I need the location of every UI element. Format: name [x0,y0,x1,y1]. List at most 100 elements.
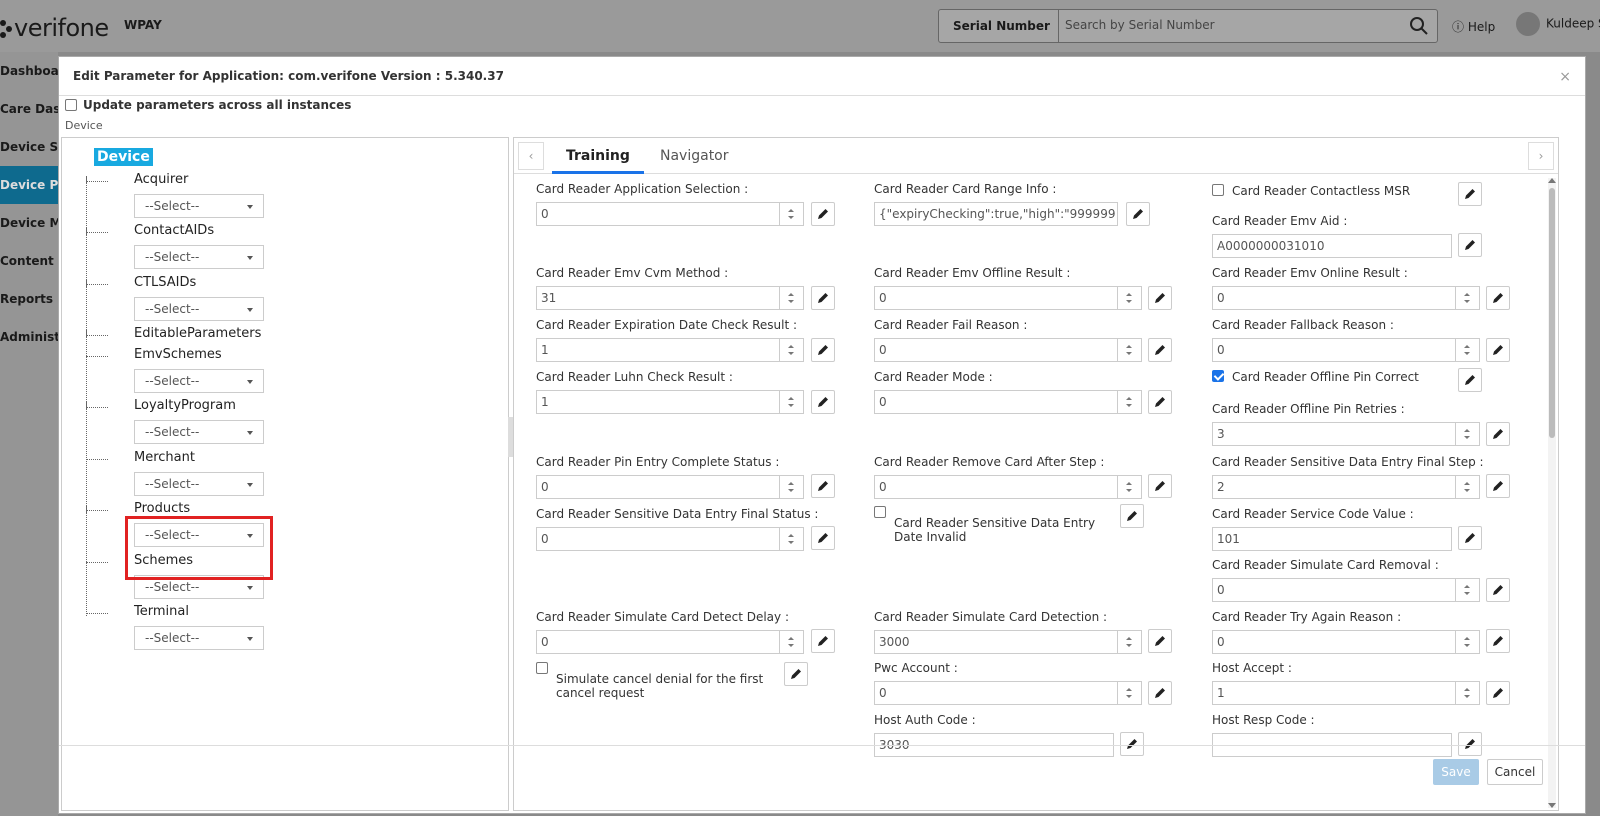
luhn-input[interactable]: 1 [536,390,780,414]
remove-card-input[interactable]: 0 [874,475,1118,499]
fail-reason-stepper[interactable] [1118,338,1142,362]
emvschemes-select[interactable]: --Select-- [134,369,264,393]
tree-node-label[interactable]: Merchant [134,450,195,465]
sim-detection-input[interactable]: 3000 [874,630,1118,654]
sim-cancel-denial-edit-button[interactable] [784,662,808,686]
scroll-up-icon[interactable] [1548,178,1556,183]
fallback-edit-button[interactable] [1486,338,1510,362]
sde-final-step-stepper[interactable] [1456,475,1480,499]
merchant-select[interactable]: --Select-- [134,472,264,496]
nav-device-profile[interactable]: Device Pro [0,166,58,204]
fallback-input[interactable]: 0 [1212,338,1456,362]
try-again-edit-button[interactable] [1486,629,1510,653]
emv-offline-input[interactable]: 0 [874,286,1118,310]
contactaids-select[interactable]: --Select-- [134,245,264,269]
offline-pin-retries-edit-button[interactable] [1486,422,1510,446]
sim-detection-edit-button[interactable] [1148,629,1172,653]
help-link[interactable]: ⓘ Help [1452,18,1495,35]
tab-prev-button[interactable]: ‹ [518,142,544,170]
fail-reason-input[interactable]: 0 [874,338,1118,362]
emv-online-edit-button[interactable] [1486,286,1510,310]
tree-root-device[interactable]: Device [94,148,153,166]
emv-aid-input[interactable]: A0000000031010 [1212,234,1452,258]
tree-node-label[interactable]: LoyaltyProgram [134,398,236,413]
remove-card-stepper[interactable] [1118,475,1142,499]
pwc-account-edit-button[interactable] [1148,681,1172,705]
emv-offline-edit-button[interactable] [1148,286,1172,310]
emv-online-input[interactable]: 0 [1212,286,1456,310]
offline-pin-correct-checkbox[interactable] [1212,370,1224,382]
tab-next-button[interactable]: › [1528,142,1554,170]
sim-removal-input[interactable]: 0 [1212,578,1456,602]
sde-final-step-input[interactable]: 2 [1212,475,1456,499]
pin-entry-input[interactable]: 0 [536,475,780,499]
sde-date-invalid-edit-button[interactable] [1120,504,1144,528]
sim-removal-stepper[interactable] [1456,578,1480,602]
sde-final-status-edit-button[interactable] [811,526,835,550]
sde-final-status-input[interactable]: 0 [536,527,780,551]
exp-check-stepper[interactable] [780,338,804,362]
emv-cvm-stepper[interactable] [780,286,804,310]
nav-device-search[interactable]: Device Sea [0,128,58,166]
loyaltyprogram-select[interactable]: --Select-- [134,420,264,444]
ctls-msr-edit-button[interactable] [1458,182,1482,206]
mode-input[interactable]: 0 [874,390,1118,414]
nav-content-management[interactable]: Content M [0,242,58,280]
card-range-input[interactable]: {"expiryChecking":true,"high":"999999 [874,202,1118,226]
update-all-instances[interactable]: Update parameters across all instances [65,98,351,112]
sde-final-step-edit-button[interactable] [1486,474,1510,498]
sim-detect-delay-stepper[interactable] [780,630,804,654]
mode-stepper[interactable] [1118,390,1142,414]
pin-entry-edit-button[interactable] [811,474,835,498]
tree-node-label[interactable]: ContactAIDs [134,223,214,238]
app-selection-input[interactable]: 0 [536,202,780,226]
tree-node-label[interactable]: EmvSchemes [134,347,222,362]
sim-detection-stepper[interactable] [1118,630,1142,654]
fallback-stepper[interactable] [1456,338,1480,362]
pin-entry-stepper[interactable] [780,475,804,499]
pwc-account-input[interactable]: 0 [874,681,1118,705]
mode-edit-button[interactable] [1148,390,1172,414]
emv-aid-edit-button[interactable] [1458,233,1482,257]
update-all-checkbox[interactable] [65,99,77,111]
sim-cancel-denial-checkbox[interactable] [536,662,548,674]
try-again-input[interactable]: 0 [1212,630,1456,654]
vertical-scrollbar[interactable] [1548,178,1556,808]
offline-pin-retries-stepper[interactable] [1456,422,1480,446]
tree-node-label[interactable]: Acquirer [134,172,188,187]
ctlsaids-select[interactable]: --Select-- [134,297,264,321]
sim-detect-delay-edit-button[interactable] [811,629,835,653]
offline-pin-retries-input[interactable]: 3 [1212,422,1456,446]
exp-check-edit-button[interactable] [811,338,835,362]
emv-cvm-edit-button[interactable] [811,286,835,310]
host-resp-edit-button[interactable] [1458,732,1482,756]
tree-node-label[interactable]: Products [134,501,190,516]
host-accept-input[interactable]: 1 [1212,681,1456,705]
tree-node-label[interactable]: EditableParameters [134,326,261,341]
search-icon[interactable] [1409,16,1429,36]
ctls-msr-checkbox[interactable] [1212,184,1224,196]
sde-final-status-stepper[interactable] [780,527,804,551]
service-code-edit-button[interactable] [1458,526,1482,550]
tab-training[interactable]: Training [552,148,644,174]
nav-care-dashboard[interactable]: Care Dash [0,90,58,128]
fail-reason-edit-button[interactable] [1148,338,1172,362]
nav-administration[interactable]: Administra [0,318,58,356]
scrollbar-thumb[interactable] [1549,188,1555,438]
try-again-stepper[interactable] [1456,630,1480,654]
user-menu[interactable]: Kuldeep S [1516,12,1600,36]
card-range-edit-button[interactable] [1126,202,1150,226]
sde-date-invalid-checkbox[interactable] [874,506,886,518]
tree-node-label[interactable]: Terminal [134,604,189,619]
save-button[interactable]: Save [1433,759,1479,785]
nav-dashboard[interactable]: Dashboard [0,52,58,90]
serial-type-select[interactable]: Serial Number ⌄ [939,10,1059,65]
serial-search-input[interactable]: Search by Serial Number [1065,18,1215,32]
emv-offline-stepper[interactable] [1118,286,1142,310]
sim-detect-delay-input[interactable]: 0 [536,630,780,654]
terminal-select[interactable]: --Select-- [134,626,264,650]
remove-card-edit-button[interactable] [1148,474,1172,498]
host-auth-edit-button[interactable] [1120,732,1144,756]
close-icon[interactable]: × [1559,69,1571,85]
host-accept-edit-button[interactable] [1486,681,1510,705]
